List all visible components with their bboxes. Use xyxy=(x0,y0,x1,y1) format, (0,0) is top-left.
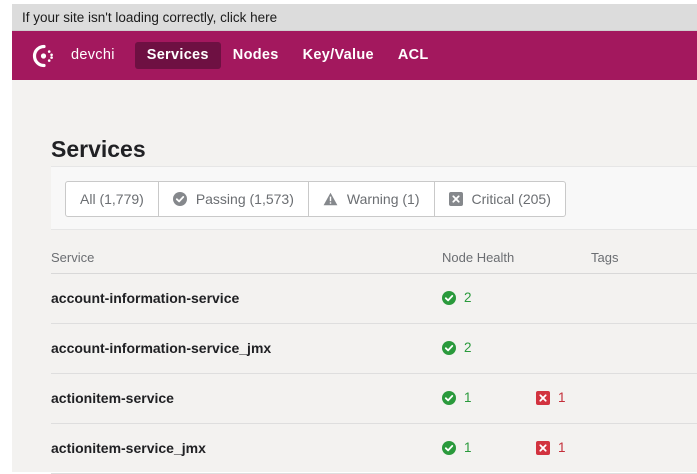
filter-critical[interactable]: Critical (205) xyxy=(435,182,565,216)
site-loading-notice[interactable]: If your site isn't loading correctly, cl… xyxy=(12,4,697,31)
check-circle-icon xyxy=(442,390,456,405)
services-table: Service Node Health Tags account-informa… xyxy=(51,244,697,474)
table-row[interactable]: account-information-service 2 xyxy=(51,274,697,324)
filter-all[interactable]: All (1,779) xyxy=(66,182,159,216)
filter-warning[interactable]: Warning (1) xyxy=(309,182,435,216)
warning-triangle-icon xyxy=(323,192,338,206)
datacenter-selector[interactable]: devchi xyxy=(71,42,127,69)
filter-bar: All (1,779) Passing (1,573) Warning (1) xyxy=(51,166,697,230)
filter-passing-label: Passing (1,573) xyxy=(195,191,294,207)
table-row[interactable]: account-information-service_jmx 2 xyxy=(51,324,697,374)
service-name[interactable]: actionitem-service xyxy=(51,390,174,406)
critical-count-value: 1 xyxy=(558,440,566,455)
critical-count: 1 xyxy=(536,390,566,405)
check-circle-icon xyxy=(442,440,456,455)
x-square-icon xyxy=(448,192,463,206)
service-name[interactable]: account-information-service xyxy=(51,290,239,306)
check-circle-icon xyxy=(442,340,456,355)
passing-count: 2 xyxy=(442,290,472,305)
passing-count: 1 xyxy=(442,440,472,455)
column-header-tags[interactable]: Tags xyxy=(591,250,618,265)
passing-count-value: 2 xyxy=(464,290,472,305)
nav-acl[interactable]: ACL xyxy=(386,42,441,69)
check-circle-icon xyxy=(442,290,456,305)
table-row[interactable]: actionitem-service 1 1 xyxy=(51,374,697,424)
passing-count-value: 1 xyxy=(464,440,472,455)
column-header-service[interactable]: Service xyxy=(51,250,94,265)
passing-count-value: 1 xyxy=(464,390,472,405)
x-square-icon xyxy=(536,440,550,455)
status-filter-group: All (1,779) Passing (1,573) Warning (1) xyxy=(65,181,566,217)
x-square-icon xyxy=(536,390,550,405)
filter-warning-label: Warning (1) xyxy=(346,191,420,207)
nav-services[interactable]: Services xyxy=(134,42,221,69)
table-row[interactable]: actionitem-service_jmx 1 1 xyxy=(51,424,697,474)
main-content: Services All (1,779) Passing (1,573) War… xyxy=(12,80,697,474)
top-navigation-bar: devchi Services Nodes Key/Value ACL xyxy=(12,31,697,80)
check-circle-icon xyxy=(172,192,187,206)
nav-nodes[interactable]: Nodes xyxy=(221,42,291,69)
service-name[interactable]: actionitem-service_jmx xyxy=(51,440,206,456)
passing-count: 2 xyxy=(442,340,472,355)
filter-critical-label: Critical (205) xyxy=(471,191,551,207)
passing-count: 1 xyxy=(442,390,472,405)
service-name[interactable]: account-information-service_jmx xyxy=(51,340,271,356)
critical-count-value: 1 xyxy=(558,390,566,405)
column-header-node-health[interactable]: Node Health xyxy=(442,250,514,265)
filter-all-label: All (1,779) xyxy=(80,191,144,207)
table-header: Service Node Health Tags xyxy=(51,244,697,274)
nav-key-value[interactable]: Key/Value xyxy=(291,42,386,69)
page-title: Services xyxy=(51,136,146,162)
critical-count: 1 xyxy=(536,440,566,455)
consul-logo-icon[interactable] xyxy=(31,43,57,69)
filter-passing[interactable]: Passing (1,573) xyxy=(159,182,309,216)
browser-frame: If your site isn't loading correctly, cl… xyxy=(0,0,697,474)
passing-count-value: 2 xyxy=(464,340,472,355)
